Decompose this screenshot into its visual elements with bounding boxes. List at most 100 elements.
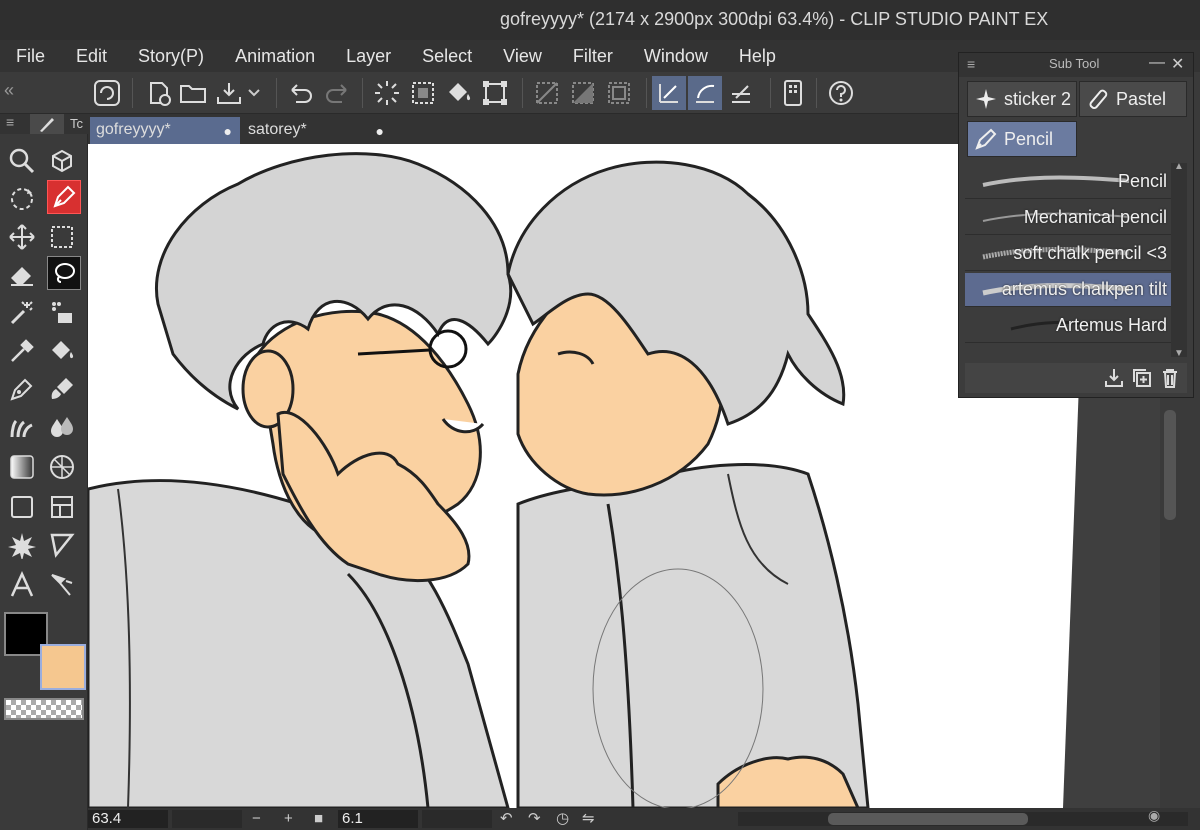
auto-select-icon[interactable] [45,296,79,330]
unsaved-dot-icon[interactable]: ● [376,123,384,139]
panel-menu-icon[interactable]: ≡ [967,56,975,72]
pen-icon[interactable] [5,372,39,406]
brush-tab-icon[interactable] [30,114,64,134]
subtool-scrollbar[interactable]: ▲ ▼ [1171,161,1187,359]
tab-gofreyyyy[interactable]: gofreyyyy* ● [90,117,240,144]
brush-item-artemus-hard[interactable]: Artemus Hard [965,309,1171,343]
pen-tool-icon[interactable] [47,180,81,214]
brush-stroke-preview [982,175,1130,187]
fill-bucket-icon[interactable] [45,334,79,368]
sub-color-swatch[interactable] [40,644,86,690]
transform-icon[interactable] [478,76,512,110]
snap-to-grid-icon[interactable] [724,76,758,110]
menu-edit[interactable]: Edit [60,40,122,72]
vertical-scroll-thumb[interactable] [1164,410,1176,520]
help-icon[interactable] [824,76,858,110]
brush-item-mechanical-pencil[interactable]: Mechanical pencil [965,201,1171,235]
menu-layer[interactable]: Layer [330,40,406,72]
import-icon[interactable] [1103,367,1125,389]
trash-icon[interactable] [1159,367,1181,389]
smartphone-icon[interactable] [776,76,810,110]
clear-icon[interactable] [370,76,404,110]
balloon-tail-icon[interactable] [45,528,79,562]
document-tabs: gofreyyyy* ● satorey* ● [88,114,960,144]
zoom-icon[interactable] [5,144,39,178]
magic-wand-icon[interactable] [5,296,39,330]
subtool-group-pencil[interactable]: Pencil [967,121,1077,157]
decoration-icon[interactable] [5,410,39,444]
menu-filter[interactable]: Filter [557,40,628,72]
reset-rotation-icon[interactable]: ◷ [556,808,569,830]
fit-icon[interactable]: ■ [314,808,323,830]
open-folder-icon[interactable] [176,76,210,110]
lasso-icon[interactable] [47,256,81,290]
fill-icon[interactable] [442,76,476,110]
zoom-out-button[interactable]: − [252,808,261,830]
menu-select[interactable]: Select [406,40,487,72]
burst-icon[interactable] [5,528,39,562]
brush-icon[interactable] [45,372,79,406]
new-file-icon[interactable] [142,76,176,110]
menu-story[interactable]: Story(P) [122,40,219,72]
eyedropper-icon[interactable] [5,334,39,368]
subtool-group-sticker[interactable]: sticker 2 [967,81,1077,117]
chevron-down-icon[interactable] [244,76,264,110]
scroll-up-icon[interactable]: ▲ [1174,161,1184,172]
subtool-footer [965,363,1187,393]
eraser-icon[interactable] [5,258,39,292]
perspective-ruler-icon[interactable] [45,450,79,484]
invert-selection-icon[interactable] [566,76,600,110]
flip-icon[interactable]: ⇋ [582,808,595,830]
text-icon[interactable] [5,568,39,602]
save-icon[interactable] [212,76,246,110]
menu-animation[interactable]: Animation [219,40,330,72]
horizontal-scroll-thumb[interactable] [828,813,1028,825]
clear-outside-selection-icon[interactable] [406,76,440,110]
undo-icon[interactable] [284,76,318,110]
redo-icon[interactable] [320,76,354,110]
zoom-slider[interactable] [172,810,242,828]
clip-studio-icon[interactable] [90,76,124,110]
tab-satorey[interactable]: satorey* ● [242,117,392,144]
rectangle-icon[interactable] [5,490,39,524]
scroll-down-icon[interactable]: ▼ [1174,348,1184,359]
menu-file[interactable]: File [0,40,60,72]
rotate-right-icon[interactable]: ↷ [528,808,541,830]
transparent-color-swatch[interactable] [4,698,84,720]
brush-item-pencil[interactable]: Pencil [965,165,1171,199]
close-icon[interactable]: ✕ [1171,54,1184,74]
panel-menu-icon[interactable]: ≡ [6,114,14,130]
brush-item-artemus-chalkpen-tilt[interactable]: artemus chalkpen tilt [965,273,1171,307]
zoom-in-button[interactable]: + [284,808,293,830]
tool-tab-label[interactable]: Tc [70,116,83,131]
gradient-icon[interactable] [5,450,39,484]
correct-line-icon[interactable] [45,568,79,602]
rotate-icon[interactable] [5,182,39,216]
collapse-panel-icon[interactable]: « [4,80,14,101]
brush-label: Pencil [1117,171,1167,191]
rotation-slider[interactable] [422,810,492,828]
menu-window[interactable]: Window [628,40,723,72]
zoom-field[interactable]: 63.4 [88,810,168,828]
vertical-scrollbar[interactable] [1160,400,1180,808]
snap-to-ruler-icon[interactable] [652,76,686,110]
deselect-icon[interactable] [530,76,564,110]
horizontal-scrollbar[interactable] [738,812,1188,826]
select-all-icon[interactable] [602,76,636,110]
brush-item-soft-chalk[interactable]: soft chalk pencil <3 [965,237,1171,271]
selection-rect-icon[interactable] [45,220,79,254]
brush-size-field[interactable]: 6.1 [338,810,418,828]
3d-object-icon[interactable] [45,144,79,178]
scroll-corner-icon[interactable]: ◉ [1148,804,1160,826]
subtool-group-pastel[interactable]: Pastel [1079,81,1187,117]
frame-border-icon[interactable] [45,490,79,524]
menu-view[interactable]: View [487,40,557,72]
minimize-icon[interactable]: — [1149,54,1165,72]
blend-icon[interactable] [45,410,79,444]
unsaved-dot-icon[interactable]: ● [224,123,232,139]
move-icon[interactable] [5,220,39,254]
rotate-left-icon[interactable]: ↶ [500,808,513,830]
duplicate-icon[interactable] [1131,367,1153,389]
menu-help[interactable]: Help [723,40,791,72]
snap-to-special-ruler-icon[interactable] [688,76,722,110]
